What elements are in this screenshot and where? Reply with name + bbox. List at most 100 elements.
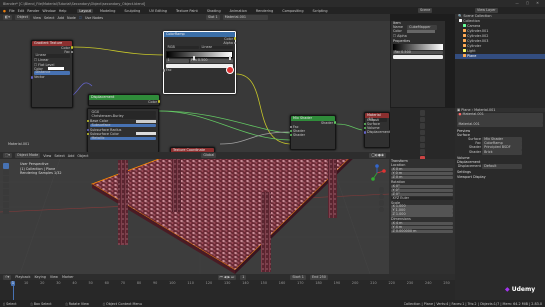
tab-modeling[interactable]: Modeling: [98, 9, 117, 13]
dim-z-field[interactable]: Z 0.000000 m: [391, 229, 453, 234]
sss-method-dropdown[interactable]: Christensen-Burley: [90, 114, 156, 119]
scale-tool-icon[interactable]: [3, 189, 9, 195]
tab-animation[interactable]: Animation: [228, 9, 249, 13]
current-frame-field[interactable]: 1: [240, 274, 247, 280]
stop-index-field[interactable]: 1: [166, 59, 189, 63]
gradient-type-dropdown[interactable]: Linear: [34, 54, 70, 58]
socket-dot[interactable]: [233, 41, 237, 44]
vp-menu-view[interactable]: View: [43, 154, 51, 158]
editor-type-button[interactable]: ⬚▾: [3, 153, 12, 158]
menu-file[interactable]: File: [9, 9, 15, 13]
fac-field[interactable]: Fac 0.500: [393, 50, 443, 55]
socket-dot[interactable]: [30, 76, 34, 79]
socket-fac-out[interactable]: Fac: [32, 50, 74, 54]
stop-position-field[interactable]: Pos 0.500: [189, 59, 233, 63]
cylinder-object[interactable]: [118, 160, 128, 245]
socket-shader-in[interactable]: Shader: [289, 133, 335, 137]
ramp-stop-handle[interactable]: [193, 55, 195, 60]
scene-selector[interactable]: Scene: [418, 8, 433, 13]
editor-type-button[interactable]: ⏱▾: [3, 274, 12, 280]
socket-dot[interactable]: [233, 37, 237, 40]
render-tab-icon[interactable]: [419, 116, 426, 122]
node-principled-bsdf[interactable]: GGX Christensen-Burley Base Color Subsur…: [86, 108, 159, 153]
material-selector-field[interactable]: Material.001: [457, 123, 543, 127]
playback-controls[interactable]: ⏮ ◀ ▶ ⏭: [217, 274, 237, 280]
section-viewport-display[interactable]: Viewport Display: [455, 175, 545, 179]
interpolation-dropdown[interactable]: Linear: [200, 45, 233, 50]
color-row[interactable]: Color: [32, 67, 72, 71]
tl-menu-marker[interactable]: Marker: [62, 275, 74, 279]
scene-tab-icon[interactable]: [419, 129, 426, 135]
camera-view-icon[interactable]: [378, 200, 385, 206]
subsurface-color-row[interactable]: Subsurface Color: [86, 132, 158, 136]
ramp-color-field[interactable]: [393, 55, 443, 59]
tl-menu-keying[interactable]: Keying: [35, 275, 46, 279]
outliner-item-plane[interactable]: Plane: [455, 54, 545, 59]
vp-menu-object[interactable]: Object: [77, 154, 88, 158]
socket-fac-in[interactable]: Fac: [162, 68, 235, 72]
tab-scripting[interactable]: Scripting: [311, 9, 330, 13]
pan-icon[interactable]: [378, 193, 385, 199]
perspective-toggle-icon[interactable]: [378, 206, 385, 212]
rotation-y-field[interactable]: Y 0°: [391, 188, 453, 193]
3d-viewport[interactable]: User Perspective (1) Collection | Plane …: [0, 137, 391, 275]
socket-out[interactable]: Color: [89, 100, 161, 104]
tl-menu-playback[interactable]: Playback: [15, 275, 30, 279]
stop-color-swatch[interactable]: [166, 64, 233, 68]
socket-vector-in[interactable]: Vector: [30, 75, 72, 79]
modifier-tab-icon[interactable]: [419, 149, 426, 155]
color-swatch[interactable]: [406, 29, 435, 33]
end-frame-field[interactable]: End 250: [309, 274, 328, 280]
window-controls[interactable]: — ▢ ✕: [515, 1, 542, 5]
move-tool-icon[interactable]: [3, 176, 9, 182]
rotate-tool-icon[interactable]: [3, 182, 9, 188]
measure-tool-icon[interactable]: [3, 208, 9, 214]
color-mode-dropdown[interactable]: RGB: [166, 45, 199, 50]
world-tab-icon[interactable]: [419, 136, 426, 142]
alpha-row[interactable]: ☐ Alpha: [391, 34, 445, 38]
rotation-mode-dropdown[interactable]: XYZ Euler: [391, 196, 453, 201]
blender-logo-icon[interactable]: ●: [3, 9, 6, 13]
vp-menu-select[interactable]: Select: [54, 154, 64, 158]
menu-help[interactable]: Help: [59, 9, 67, 13]
socket-dot[interactable]: [157, 100, 161, 103]
transform-orientation-dropdown[interactable]: Global: [201, 153, 217, 158]
tab-compositing[interactable]: Compositing: [280, 9, 305, 13]
tab-texture-paint[interactable]: Texture Paint: [174, 9, 200, 13]
cylinder-object[interactable]: [172, 152, 181, 212]
node-gradient-texture[interactable]: Gradient Texture Color Fac Linear ☐ Line…: [30, 40, 74, 108]
annotate-tool-icon[interactable]: [3, 202, 9, 208]
navigation-gizmo[interactable]: [368, 164, 386, 182]
object-tab-icon[interactable]: [419, 142, 426, 148]
shading-modes[interactable]: ◯◐●◉: [369, 153, 386, 158]
start-frame-field[interactable]: Start 1: [290, 274, 306, 280]
scale-z-field[interactable]: Z 1.000: [391, 213, 453, 217]
ramp-stop-handle[interactable]: [229, 55, 231, 60]
socket-dot[interactable]: [70, 46, 74, 49]
output-tab-icon[interactable]: [419, 123, 426, 129]
socket-alpha-out[interactable]: Alpha: [164, 41, 237, 45]
transform-tool-icon[interactable]: [3, 195, 9, 201]
socket-dot[interactable]: [162, 69, 166, 72]
vp-menu-add[interactable]: Add: [68, 154, 75, 158]
menu-render[interactable]: Render: [27, 9, 39, 13]
tab-sculpting[interactable]: Sculpting: [122, 9, 142, 13]
timeline-ruler[interactable]: 0102030405060708090100110120130140150160…: [10, 281, 450, 287]
material-slot-list[interactable]: ● Material.001: [457, 112, 543, 123]
node-mix-shader[interactable]: Mix Shader Shader Fac Shader Shader: [289, 115, 337, 150]
tab-shading[interactable]: Shading: [205, 9, 223, 13]
tool-tab-icon[interactable]: [419, 110, 426, 116]
view-layer-selector[interactable]: View Layer: [475, 8, 498, 13]
object-mode-dropdown[interactable]: Object Mode: [14, 153, 41, 158]
tl-menu-view[interactable]: View: [50, 275, 58, 279]
cylinder-object[interactable]: [261, 192, 271, 272]
menu-edit[interactable]: Edit: [18, 9, 25, 13]
cylinder-object[interactable]: [328, 154, 337, 218]
socket-dot[interactable]: [70, 50, 74, 53]
value-field[interactable]: Distance: [34, 71, 70, 75]
select-tool-icon[interactable]: [3, 163, 9, 169]
cursor-tool-icon[interactable]: [3, 169, 9, 175]
displacement-field[interactable]: Default: [482, 164, 523, 170]
shader2-field[interactable]: Brick: [482, 149, 523, 155]
tab-rendering[interactable]: Rendering: [254, 9, 275, 13]
